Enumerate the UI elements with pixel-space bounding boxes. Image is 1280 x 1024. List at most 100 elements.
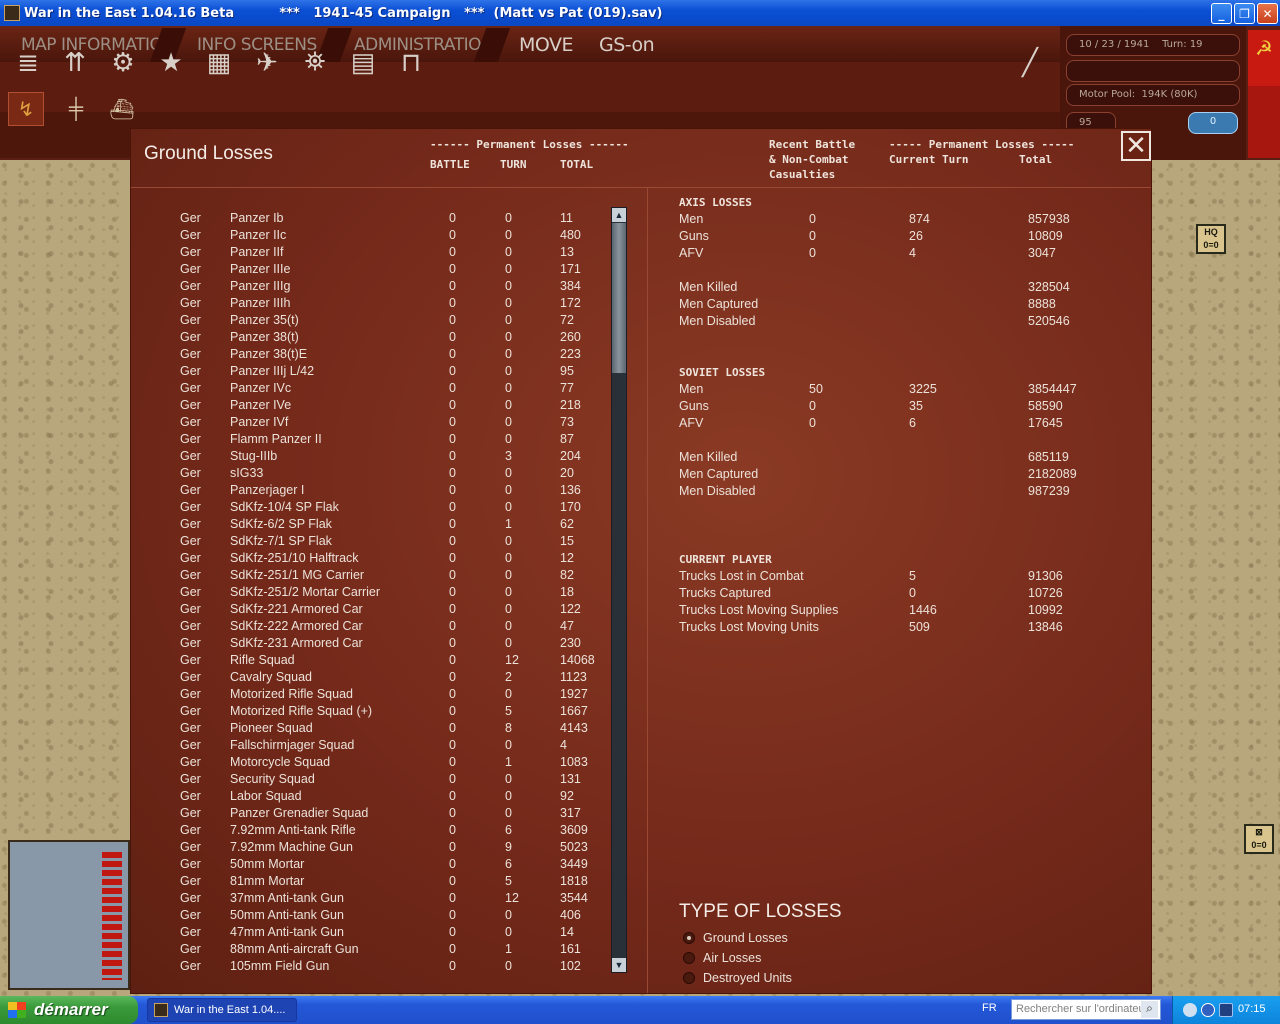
minimap-front-line	[102, 852, 122, 980]
table-row: Ger SdKfz-251/10 Halftrack 0 0 12	[131, 551, 611, 568]
turn-cell: 0	[505, 347, 512, 361]
side-cell: Ger	[180, 245, 201, 259]
units-icon[interactable]: ⇈	[55, 42, 95, 82]
side-cell: Ger	[180, 279, 201, 293]
search-input[interactable]: Rechercher sur l'ordinateur ⌕	[1011, 999, 1161, 1020]
turn-value: 3225	[909, 382, 937, 396]
total-cell: 5023	[560, 840, 588, 854]
hq-strength: 0=0	[1203, 240, 1219, 250]
row-label: Guns	[679, 399, 709, 413]
side-cell: Ger	[180, 653, 201, 667]
summary-row: Trucks Lost Moving Units 509 13846	[679, 620, 1139, 637]
volume-icon[interactable]	[1219, 1003, 1233, 1017]
side-cell: Ger	[180, 534, 201, 548]
table-row: Ger Flamm Panzer II 0 0 87	[131, 432, 611, 449]
search-icon[interactable]: ⌕	[1141, 1001, 1158, 1018]
unit-name-cell: Rifle Squad	[230, 653, 295, 667]
table-row: Ger Motorcycle Squad 0 1 1083	[131, 755, 611, 772]
total-cell: 1667	[560, 704, 588, 718]
turn-value: 0	[909, 586, 916, 600]
hq-unit-counter[interactable]: HQ 0=0	[1196, 224, 1226, 254]
gear-icon[interactable]: ⚙	[103, 42, 143, 82]
table-row: Ger Panzer IVe 0 0 218	[131, 398, 611, 415]
side-cell: Ger	[180, 347, 201, 361]
rail-icon[interactable]: ╪	[58, 92, 94, 126]
summary-row: Men Captured 8888	[679, 297, 1139, 314]
battle-cell: 0	[449, 313, 456, 327]
taskbar-item-game[interactable]: War in the East 1.04....	[147, 998, 297, 1022]
turn-cell: 0	[505, 466, 512, 480]
header-divider	[131, 187, 1151, 188]
battle-cell: 0	[449, 432, 456, 446]
battle-cell: 0	[449, 483, 456, 497]
maximize-button[interactable]: ❐	[1234, 3, 1255, 24]
total-cell: 204	[560, 449, 581, 463]
minimize-button[interactable]: _	[1211, 3, 1232, 24]
turn-cell: 1	[505, 755, 512, 769]
battle-cell: 0	[449, 228, 456, 242]
language-indicator[interactable]: FR	[982, 1002, 997, 1014]
total-cell: 122	[560, 602, 581, 616]
row-label: Trucks Captured	[679, 586, 771, 600]
side-cell: Ger	[180, 959, 201, 973]
summary-row: Men 0 874 857938	[679, 212, 1139, 229]
turn-cell: 6	[505, 857, 512, 871]
unit-name-cell: 7.92mm Anti-tank Rifle	[230, 823, 356, 837]
header-battle: BATTLE	[430, 158, 470, 171]
ship-icon[interactable]: ⛴	[104, 92, 140, 126]
scroll-up-icon[interactable]: ▲	[612, 208, 626, 222]
scroll-down-icon[interactable]: ▼	[612, 958, 626, 972]
total-cell: 14068	[560, 653, 595, 667]
table-row: Ger Panzer Grenadier Squad 0 0 317	[131, 806, 611, 823]
total-cell: 73	[560, 415, 574, 429]
table-row: Ger Panzer IIc 0 0 480	[131, 228, 611, 245]
scrollbar-thumb[interactable]	[612, 223, 626, 373]
fuel-icon[interactable]: ▤	[343, 42, 383, 82]
table-row: Ger Panzer Ib 0 0 11	[131, 211, 611, 228]
tank-grid-icon[interactable]: ▦	[199, 42, 239, 82]
total-cell: 4143	[560, 721, 588, 735]
side-cell: Ger	[180, 891, 201, 905]
total-cell: 317	[560, 806, 581, 820]
total-cell: 1123	[560, 670, 587, 684]
dialog-close-button[interactable]: ✕	[1121, 131, 1151, 161]
radio-icon[interactable]	[683, 972, 695, 984]
total-cell: 172	[560, 296, 581, 310]
infantry-unit-counter[interactable]: ⊠ 0=0	[1244, 824, 1274, 854]
total-cell: 136	[560, 483, 581, 497]
unit-name-cell: 88mm Anti-aircraft Gun	[230, 942, 359, 956]
table-row: Ger Panzer 38(t) 0 0 260	[131, 330, 611, 347]
toggle-counter[interactable]: 0	[1188, 112, 1238, 134]
stack-icon[interactable]: ≣	[8, 42, 48, 82]
table-row: Ger Panzer IIf 0 0 13	[131, 245, 611, 262]
battle-cell: 0	[449, 874, 456, 888]
side-cell: Ger	[180, 925, 201, 939]
minimap[interactable]	[8, 840, 130, 990]
radio-ground-losses[interactable]: Ground Losses	[683, 931, 788, 945]
radio-selected-icon[interactable]	[683, 932, 695, 944]
recent-value: 0	[809, 229, 816, 243]
table-row: Ger Panzer 38(t)E 0 0 223	[131, 347, 611, 364]
radio-destroyed-units[interactable]: Destroyed Units	[683, 971, 792, 985]
movement-path-icon[interactable]: ↯	[8, 92, 44, 126]
table-row: Ger Panzer 35(t) 0 0 72	[131, 313, 611, 330]
network-icon[interactable]	[1201, 1003, 1215, 1017]
mode-move[interactable]: MOVE	[519, 34, 574, 56]
start-button[interactable]: démarrer	[0, 996, 138, 1024]
pencil-icon[interactable]: ╱	[1010, 42, 1050, 82]
railroad-icon[interactable]: ⊓	[391, 42, 431, 82]
battle-cell: 0	[449, 364, 456, 378]
aircraft-group-icon[interactable]: ⛯	[295, 42, 335, 82]
turn-cell: 0	[505, 500, 512, 514]
turn-cell: 0	[505, 738, 512, 752]
table-row: Ger Panzer IIIj L/42 0 0 95	[131, 364, 611, 381]
radio-icon[interactable]	[683, 952, 695, 964]
back-arrow-icon[interactable]	[1183, 1003, 1197, 1017]
window-close-button[interactable]: ✕	[1257, 3, 1278, 24]
star-icon[interactable]: ★	[151, 42, 191, 82]
clock: 07:15	[1238, 1003, 1266, 1015]
radio-air-losses[interactable]: Air Losses	[683, 951, 761, 965]
row-label: Men Captured	[679, 297, 759, 311]
ground-support-toggle[interactable]: GS-on	[599, 34, 655, 56]
aircraft-icon[interactable]: ✈	[247, 42, 287, 82]
